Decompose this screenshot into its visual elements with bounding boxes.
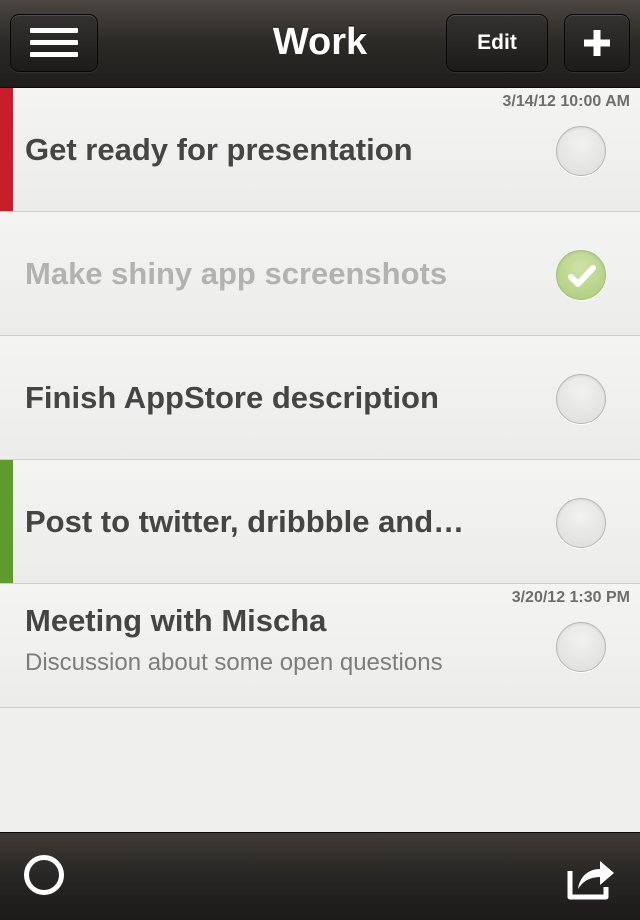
task-checkbox[interactable] [556,374,606,424]
task-row[interactable]: 3/20/12 1:30 PM Meeting with Mischa Disc… [0,584,640,708]
task-list: 3/14/12 10:00 AM Get ready for presentat… [0,88,640,708]
plus-icon [584,30,610,56]
checkmark-icon [568,265,596,287]
circle-icon[interactable] [24,855,64,895]
menu-button[interactable] [10,14,98,72]
task-checkbox[interactable] [556,126,606,176]
task-due-date: 3/14/12 10:00 AM [502,93,630,110]
task-checkbox[interactable] [556,622,606,672]
task-row[interactable]: Make shiny app screenshots [0,212,640,336]
task-title: Finish AppStore description [25,380,439,415]
task-title: Meeting with Mischa [25,603,327,638]
edit-button[interactable]: Edit [446,14,548,72]
priority-indicator [0,460,13,583]
task-checkbox[interactable] [556,498,606,548]
task-title: Get ready for presentation [25,132,413,167]
task-row[interactable]: Finish AppStore description [0,336,640,460]
task-row[interactable]: 3/14/12 10:00 AM Get ready for presentat… [0,88,640,212]
task-row[interactable]: Post to twitter, dribbble and… [0,460,640,584]
task-title: Make shiny app screenshots [25,256,448,291]
task-due-date: 3/20/12 1:30 PM [511,589,630,606]
top-navigation-bar: Work Edit [0,0,640,88]
add-task-button[interactable] [564,14,630,72]
task-title: Post to twitter, dribbble and… [25,504,465,539]
priority-indicator [0,88,13,211]
task-checkbox[interactable] [556,250,606,300]
task-note: Discussion about some open questions [25,649,443,676]
page-title: Work [272,21,368,63]
hamburger-menu-icon [30,28,78,58]
bottom-toolbar [0,832,640,920]
share-icon[interactable] [566,853,618,901]
